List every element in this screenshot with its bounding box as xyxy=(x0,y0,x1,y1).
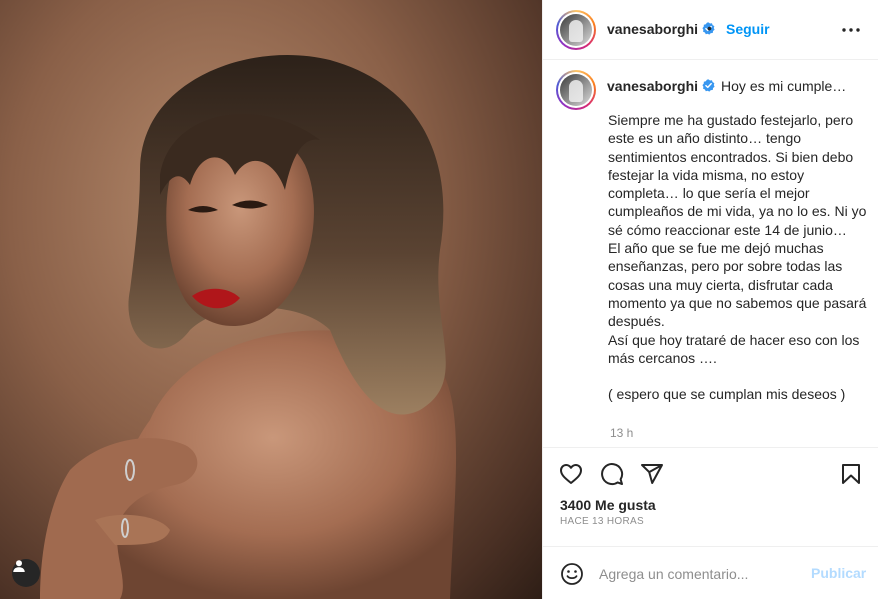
avatar xyxy=(560,14,592,46)
comment-input[interactable] xyxy=(599,563,799,585)
verified-badge-icon xyxy=(702,79,715,92)
emoji-smiley-icon xyxy=(561,563,583,585)
comment-button[interactable] xyxy=(599,461,625,487)
header-separator: • xyxy=(707,20,712,36)
caption-timestamp[interactable]: 13 h xyxy=(610,426,633,440)
post-date[interactable]: HACE 13 HORAS xyxy=(560,516,644,527)
heart-icon xyxy=(560,464,582,484)
user-tag-button[interactable] xyxy=(12,559,40,587)
bookmark-icon xyxy=(842,464,860,484)
save-button[interactable] xyxy=(838,461,864,487)
header-avatar[interactable] xyxy=(556,10,596,50)
portrait-illustration xyxy=(40,54,457,599)
follow-button[interactable]: Seguir xyxy=(726,21,770,37)
user-tag-icon xyxy=(13,560,25,572)
emoji-button[interactable] xyxy=(560,562,584,586)
action-bar xyxy=(543,449,878,499)
caption-title: Hoy es mi cumple… xyxy=(721,78,847,94)
more-options-icon xyxy=(842,28,860,32)
caption-header: vanesaborghi Hoy es mi cumple… xyxy=(607,78,846,94)
header-username[interactable]: vanesaborghi xyxy=(607,21,715,37)
like-button[interactable] xyxy=(558,461,584,487)
post-photo[interactable] xyxy=(0,0,542,599)
more-options-button[interactable] xyxy=(839,20,863,40)
share-button[interactable] xyxy=(639,461,665,487)
avatar xyxy=(560,74,592,106)
caption-area: vanesaborghi Hoy es mi cumple… Siempre me… xyxy=(543,60,878,448)
comment-bubble-icon xyxy=(601,463,624,486)
caption-username[interactable]: vanesaborghi xyxy=(607,78,715,94)
paper-plane-icon xyxy=(641,464,663,484)
like-count[interactable]: 3400 Me gusta xyxy=(560,497,656,513)
publish-button[interactable]: Publicar xyxy=(811,565,866,581)
post-sidebar: vanesaborghi • Seguir vanesaborghi Hoy es… xyxy=(542,0,878,599)
instagram-post: vanesaborghi • Seguir vanesaborghi Hoy es… xyxy=(0,0,878,599)
post-header: vanesaborghi • Seguir xyxy=(543,0,878,60)
comment-bar: Publicar xyxy=(543,546,878,599)
caption-text: Siempre me ha gustado festejarlo, pero e… xyxy=(608,112,867,403)
username-text: vanesaborghi xyxy=(607,21,699,37)
username-text: vanesaborghi xyxy=(607,78,699,94)
caption-avatar[interactable] xyxy=(556,70,596,110)
